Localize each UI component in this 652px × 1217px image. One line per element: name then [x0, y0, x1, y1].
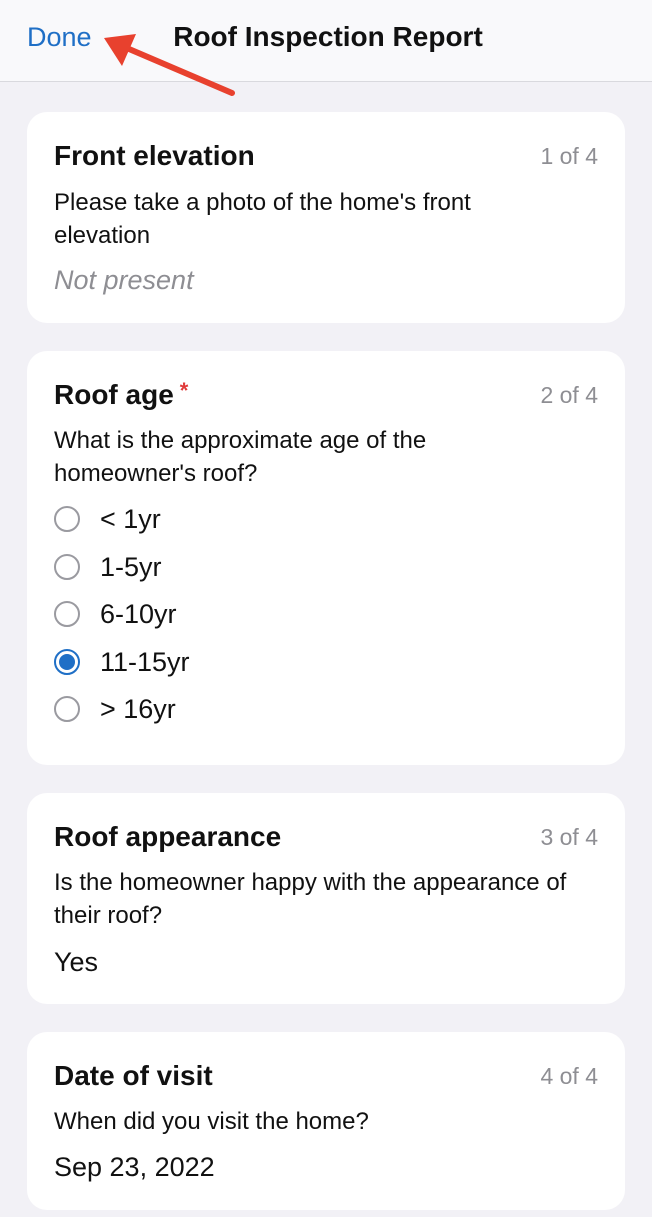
card-title: Front elevation [54, 140, 255, 171]
red-arrow-icon [104, 34, 235, 96]
option-label: 11-15yr [100, 647, 190, 677]
radio-option-less-than-1yr[interactable]: < 1yr [54, 499, 161, 539]
question-text: When did you visit the home? [54, 1108, 369, 1135]
card-title: Roof age * [54, 377, 188, 415]
answer-value[interactable]: Yes [54, 944, 98, 980]
option-label: < 1yr [100, 504, 161, 534]
question-text: Is the homeowner happy with the appearan… [54, 869, 567, 929]
question-counter: 4 of 4 [540, 1063, 598, 1089]
photo-answer-placeholder[interactable]: Not present [54, 262, 194, 298]
question-card-date-of-visit: Date of visit 4 of 4 When did you visit … [27, 1032, 625, 1210]
question-text: Please take a photo of the home's front … [54, 189, 471, 249]
radio-option-1-5yr[interactable]: 1-5yr [54, 547, 162, 587]
radio-option-6-10yr[interactable]: 6-10yr [54, 594, 177, 634]
navigation-bar: Done Roof Inspection Report [0, 0, 652, 82]
question-counter: 2 of 4 [540, 382, 598, 408]
radio-option-11-15yr[interactable]: 11-15yr [54, 642, 190, 682]
question-card-front-elevation: Front elevation 1 of 4 Please take a pho… [27, 112, 625, 323]
option-label: 6-10yr [100, 599, 177, 629]
radio-button-icon[interactable] [54, 506, 80, 532]
question-counter: 3 of 4 [540, 824, 598, 850]
card-title: Date of visit [54, 1060, 213, 1091]
date-answer-value[interactable]: Sep 23, 2022 [54, 1149, 215, 1185]
question-card-roof-age: Roof age * 2 of 4 What is the approximate… [27, 351, 625, 765]
radio-button-icon[interactable] [54, 554, 80, 580]
required-indicator: * [179, 378, 189, 403]
option-label: > 16yr [100, 694, 176, 724]
question-counter: 1 of 4 [540, 143, 598, 169]
radio-button-icon[interactable] [54, 601, 80, 627]
page-title: Roof Inspection Report [173, 21, 483, 52]
radio-button-selected-icon[interactable] [54, 649, 80, 675]
radio-button-icon[interactable] [54, 696, 80, 722]
radio-option-more-than-16yr[interactable]: > 16yr [54, 689, 176, 729]
question-card-roof-appearance: Roof appearance 3 of 4 Is the homeowner … [27, 793, 625, 1004]
question-text: What is the approximate age of the homeo… [54, 427, 427, 487]
card-title: Roof appearance [54, 821, 282, 852]
option-label: 1-5yr [100, 552, 162, 582]
card-title-label: Roof age [54, 379, 174, 410]
